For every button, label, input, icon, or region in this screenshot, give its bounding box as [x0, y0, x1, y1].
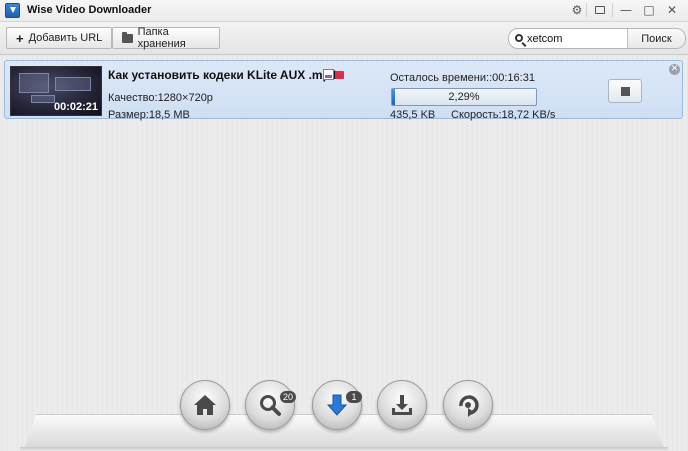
- search-button[interactable]: Поиск: [627, 29, 685, 48]
- folder-icon: [122, 31, 133, 43]
- search-input[interactable]: [527, 30, 627, 47]
- download-quality: Качество:1280×720p: [108, 92, 213, 104]
- close-window-button[interactable]: ✕: [659, 0, 685, 20]
- downloading-button[interactable]: 1: [312, 380, 362, 430]
- stop-icon: [620, 86, 630, 96]
- plus-icon: +: [16, 30, 24, 46]
- downloaded-tray-icon: [392, 395, 412, 415]
- search-count-badge: 20: [280, 391, 297, 403]
- download-progress-bar: 2,29%: [391, 88, 537, 106]
- convert-icon: [459, 395, 479, 417]
- storage-folder-button[interactable]: Папка хранения: [112, 26, 220, 50]
- menu-icon[interactable]: [587, 0, 613, 20]
- search-box: Поиск: [508, 28, 686, 49]
- progress-label: 2,29%: [448, 91, 480, 103]
- thumbnail-duration: 00:02:21: [53, 101, 98, 113]
- home-icon: [194, 395, 216, 415]
- toolbar: + Добавить URL Папка хранения Поиск: [0, 22, 688, 55]
- app-title: Wise Video Downloader: [27, 4, 152, 16]
- search-nav-button[interactable]: 20: [245, 380, 297, 430]
- video-thumbnail: 00:02:21: [10, 66, 102, 116]
- downloaded-amount: 435,5 KB: [390, 109, 436, 121]
- remove-item-button[interactable]: ✕: [669, 64, 680, 75]
- downloaded-button[interactable]: [377, 380, 427, 430]
- home-button[interactable]: [180, 380, 230, 430]
- storage-folder-label: Папка хранения: [137, 26, 186, 50]
- time-remaining: Осталось времени::00:16:31: [390, 72, 535, 84]
- convert-button[interactable]: [443, 380, 493, 430]
- hd-icon: [335, 71, 344, 79]
- search-icon: [515, 34, 523, 42]
- mp4-format-icon: [323, 69, 334, 80]
- download-title: Как установить кодеки KLite AUX .mp4: [108, 68, 337, 82]
- add-url-button[interactable]: + Добавить URL: [6, 27, 113, 49]
- download-speed: Скорость:18,72 KB/s: [451, 109, 556, 121]
- add-url-label: Добавить URL: [28, 32, 103, 44]
- downloading-count-badge: 1: [346, 391, 362, 403]
- title-bar: Wise Video Downloader ⚙ — □ ✕: [0, 0, 688, 22]
- download-size: Размер:18,5 MB: [108, 109, 190, 121]
- stop-button[interactable]: [608, 79, 642, 103]
- app-logo-icon: [5, 3, 20, 18]
- download-item[interactable]: 00:02:21 Как установить кодеки KLite AUX…: [4, 60, 683, 121]
